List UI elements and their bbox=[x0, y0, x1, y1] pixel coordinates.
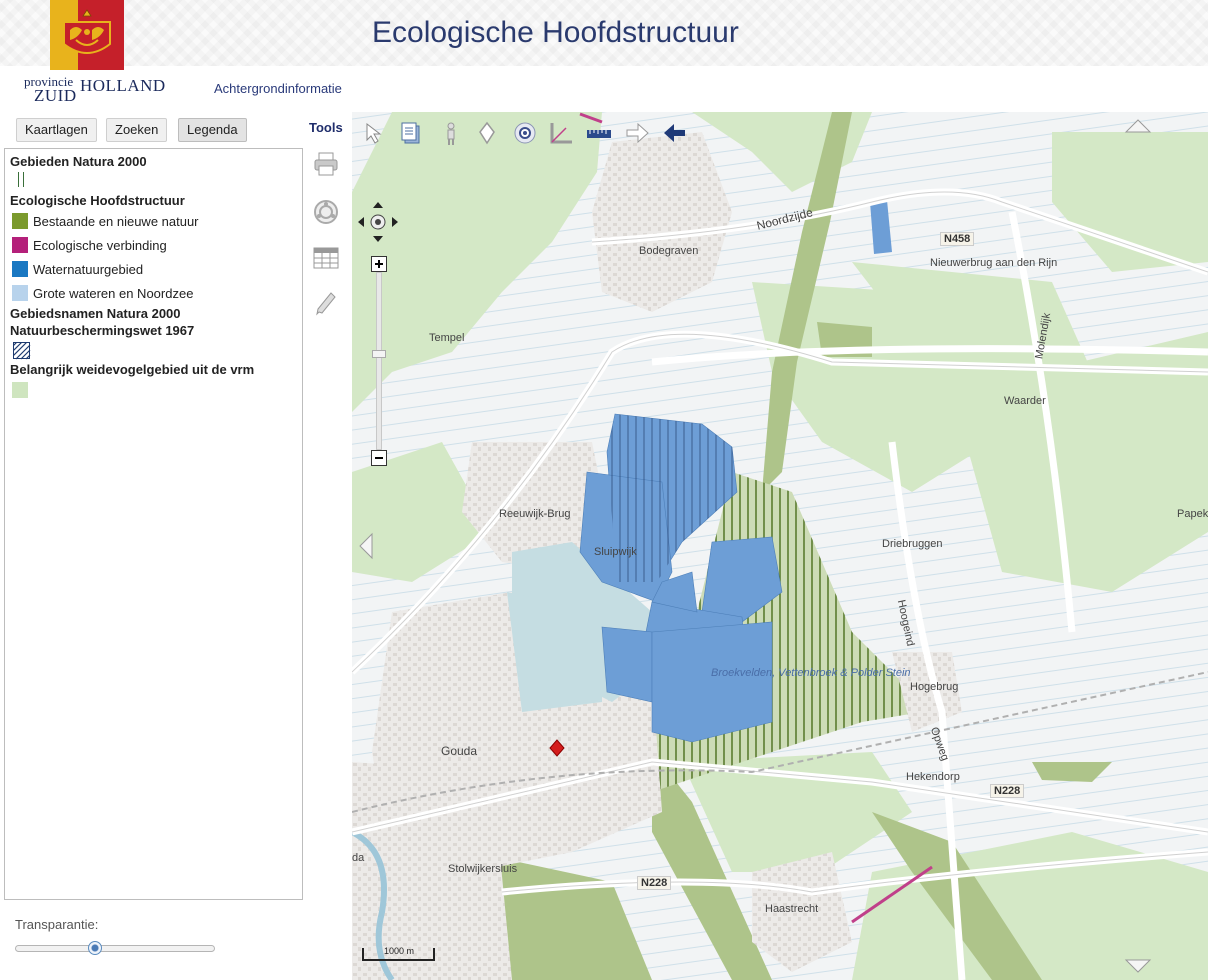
place-label: Sluipwijk bbox=[594, 546, 637, 558]
forward-arrow-icon[interactable] bbox=[624, 120, 650, 146]
place-label: Driebruggen bbox=[882, 538, 943, 550]
province-coat-of-arms-logo[interactable] bbox=[50, 0, 124, 70]
place-label: da bbox=[352, 852, 365, 864]
map-viewport[interactable]: Bodegraven Noordzijde Nieuwerbrug aan de… bbox=[352, 112, 1208, 980]
zoom-out-button[interactable] bbox=[371, 450, 387, 469]
legend-heading-gebiedsnamen: Gebiedsnamen Natura 2000 bbox=[10, 306, 181, 321]
legend-swatch-weidevogel bbox=[12, 382, 28, 398]
legend-swatch-natuur bbox=[12, 213, 28, 229]
legend-swatch-verbinding bbox=[12, 237, 28, 253]
transparency-slider-handle[interactable] bbox=[88, 941, 102, 955]
back-arrow-icon[interactable] bbox=[662, 120, 688, 146]
logo-zuid-text: ZUID bbox=[34, 86, 77, 105]
place-label: Waarder bbox=[1004, 395, 1046, 407]
legend-heading-weidevogel: Belangrijk weidevogelgebied uit de vrm bbox=[10, 362, 255, 377]
page-title: Ecologische Hoofdstructuur bbox=[372, 16, 739, 49]
person-icon[interactable] bbox=[438, 120, 464, 146]
logo-holland-text: HOLLAND bbox=[80, 76, 166, 95]
tab-zoeken[interactable]: Zoeken bbox=[106, 118, 168, 142]
printer-icon[interactable] bbox=[312, 150, 340, 178]
document-icon[interactable] bbox=[398, 120, 424, 146]
natura2000-symbol bbox=[10, 170, 302, 192]
road-label-n458: N458 bbox=[940, 232, 975, 246]
pan-left-arrow-icon[interactable] bbox=[358, 532, 374, 563]
legend-item bbox=[10, 378, 302, 402]
legend-swatch-waternatuur bbox=[12, 261, 28, 277]
scale-bar: 1000 m bbox=[362, 944, 436, 964]
road-label-n228: N228 bbox=[637, 876, 672, 890]
natura-area-label: Broekvelden, Vettenbroek & Polder Stein bbox=[711, 667, 911, 679]
place-label: Hogebrug bbox=[910, 681, 959, 693]
refresh-icon[interactable] bbox=[312, 198, 340, 226]
legend-panel: Gebieden Natura 2000 Ecologische Hoofdst… bbox=[4, 148, 303, 900]
pan-control[interactable] bbox=[356, 200, 400, 244]
tab-kaartlagen[interactable]: Kaartlagen bbox=[16, 118, 97, 142]
tools-label: Tools bbox=[309, 120, 343, 135]
legend-heading-natura2000: Gebieden Natura 2000 bbox=[10, 154, 147, 169]
transparency-control: Transparantie: bbox=[4, 900, 303, 980]
transparency-label: Transparantie: bbox=[15, 917, 99, 932]
panel-tab-bar: Kaartlagen Zoeken Legenda bbox=[6, 114, 302, 146]
place-label: Reeuwijk-Brug bbox=[499, 508, 571, 520]
pan-down-arrow-icon[interactable] bbox=[1124, 958, 1152, 977]
legend-swatch-grote-wateren bbox=[12, 285, 28, 301]
place-label: Gouda bbox=[441, 744, 478, 758]
road-label-n228: N228 bbox=[990, 784, 1025, 798]
tab-legenda[interactable]: Legenda bbox=[178, 118, 247, 142]
legend-item: Ecologische verbinding bbox=[10, 233, 302, 257]
place-label: Nieuwerbrug aan den Rijn bbox=[930, 257, 1058, 269]
hatched-area-symbol bbox=[10, 339, 302, 361]
place-label: Haastrecht bbox=[765, 903, 819, 915]
place-label: Bodegraven bbox=[639, 245, 699, 257]
header: provincie ZUID HOLLAND Ecologische Hoofd… bbox=[0, 0, 1208, 112]
pan-up-arrow-icon[interactable] bbox=[1124, 118, 1152, 137]
legend-heading-natuurbeschermingswet: Natuurbeschermingswet 1967 bbox=[10, 323, 195, 338]
hatch-swatch-icon bbox=[13, 342, 31, 360]
legend-label: Grote wateren en Noordzee bbox=[33, 286, 194, 301]
zoom-slider-track[interactable] bbox=[376, 272, 382, 450]
legend-item: Grote wateren en Noordzee bbox=[10, 281, 302, 305]
zoom-slider-handle[interactable] bbox=[372, 350, 386, 358]
province-wordmark: provincie ZUID HOLLAND bbox=[22, 72, 172, 108]
select-arrow-icon[interactable] bbox=[362, 120, 388, 146]
header-band bbox=[0, 66, 1208, 112]
scale-bar-label: 1000 m bbox=[384, 946, 415, 956]
place-label: Papekop bbox=[1177, 508, 1208, 520]
map-basemap[interactable] bbox=[352, 112, 1208, 980]
legend-heading-ehs: Ecologische Hoofdstructuur bbox=[10, 193, 185, 208]
angle-measure-icon[interactable] bbox=[548, 120, 574, 146]
legend-label: Waternatuurgebied bbox=[33, 262, 144, 277]
table-icon[interactable] bbox=[312, 244, 340, 272]
legend-item: Bestaande en nieuwe natuur bbox=[10, 209, 302, 233]
place-label: Tempel bbox=[429, 332, 465, 344]
legend-label: Bestaande en nieuwe natuur bbox=[33, 214, 199, 229]
location-pin-icon[interactable] bbox=[474, 120, 500, 146]
legend-item: Waternatuurgebied bbox=[10, 257, 302, 281]
place-label: Hekendorp bbox=[906, 771, 960, 783]
achtergrondinformatie-link[interactable]: Achtergrondinformatie bbox=[214, 81, 342, 96]
legend-label: Ecologische verbinding bbox=[33, 238, 167, 253]
transparency-slider-track[interactable] bbox=[15, 945, 215, 952]
lion-crest-icon bbox=[63, 9, 111, 54]
eye-icon[interactable] bbox=[512, 120, 538, 146]
pencil-icon[interactable] bbox=[312, 288, 340, 316]
place-label: Stolwijkersluis bbox=[448, 863, 518, 875]
ruler-icon[interactable] bbox=[586, 120, 612, 146]
